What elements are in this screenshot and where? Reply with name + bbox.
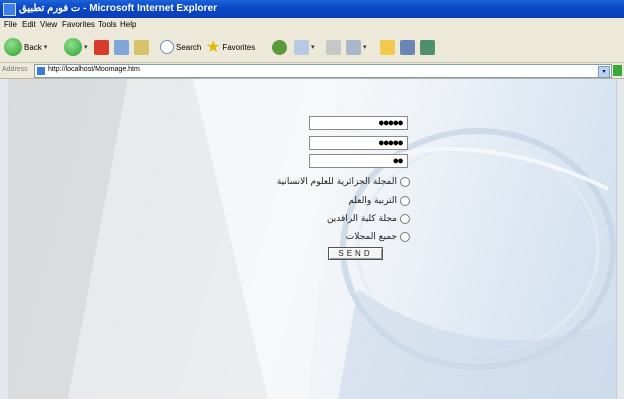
password-field-1[interactable]: ●●●●●	[309, 116, 408, 130]
chevron-down-icon: ▾	[84, 44, 88, 51]
history-icon	[294, 39, 309, 55]
window-title: ت فورم تطبيق - Microsoft Internet Explor…	[19, 3, 217, 14]
mail-icon	[326, 39, 341, 55]
menu-help[interactable]: Help	[120, 20, 136, 29]
stop-icon	[94, 39, 109, 55]
journal-option[interactable]: المجلة الجزائرية للعلوم الانسانية	[277, 176, 410, 188]
address-bar: Address http://localhost/Moomage.htm ▾	[0, 63, 624, 79]
option-label: التربية والعلم	[348, 196, 397, 206]
star-icon: ★	[206, 39, 221, 56]
messenger-icon	[420, 39, 435, 55]
mail-button[interactable]	[326, 36, 341, 58]
go-icon[interactable]	[613, 65, 622, 76]
search-button[interactable]: Search	[160, 36, 201, 58]
radio-button[interactable]	[400, 196, 410, 206]
address-label: Address	[2, 66, 28, 73]
journal-option[interactable]: مجلة كلية الرافدين	[327, 213, 410, 225]
ie-icon	[3, 3, 16, 16]
forward-button[interactable]: ▾	[64, 36, 88, 58]
password-field-2[interactable]: ●●●●●	[309, 136, 408, 150]
back-button[interactable]: Back ▾	[4, 36, 47, 58]
print-icon	[346, 39, 361, 55]
menu-view[interactable]: View	[40, 20, 57, 29]
password-field-3[interactable]: ●●	[309, 154, 408, 168]
home-button[interactable]	[134, 36, 149, 58]
refresh-icon	[114, 39, 129, 55]
chevron-down-icon: ▾	[43, 44, 48, 51]
menu-edit[interactable]: Edit	[22, 20, 36, 29]
address-dropdown-icon[interactable]: ▾	[598, 66, 610, 78]
chevron-down-icon: ▾	[363, 44, 367, 51]
messenger-button[interactable]	[420, 36, 435, 58]
folder-icon	[380, 39, 395, 55]
media-button[interactable]	[272, 36, 287, 58]
address-url: http://localhost/Moomage.htm	[48, 66, 140, 73]
search-label: Search	[176, 42, 202, 52]
print-button[interactable]: ▾	[346, 36, 367, 58]
favorites-label: Favorites	[222, 42, 256, 52]
option-label: جميع المجلات	[345, 232, 397, 242]
option-label: مجلة كلية الرافدين	[326, 214, 397, 224]
media-icon	[272, 39, 287, 55]
browser-window: ت فورم تطبيق - Microsoft Internet Explor…	[0, 0, 624, 399]
menu-file[interactable]: File	[4, 20, 17, 29]
radio-button[interactable]	[400, 232, 410, 242]
page-content: ●●●●● ●●●●● ●● المجلة الجزائرية للعلوم ا…	[8, 79, 616, 399]
journal-option[interactable]: التربية والعلم	[348, 195, 410, 207]
address-input[interactable]: http://localhost/Moomage.htm ▾	[34, 64, 612, 78]
journal-option[interactable]: جميع المجلات	[346, 231, 410, 243]
back-label: Back	[24, 42, 42, 52]
favorites-button[interactable]: ★ Favorites	[206, 36, 255, 58]
folder-button[interactable]	[380, 36, 395, 58]
menu-favorites[interactable]: Favorites	[62, 20, 95, 29]
vertical-scrollbar[interactable]	[616, 79, 624, 399]
search-icon	[160, 40, 174, 54]
refresh-button[interactable]	[114, 36, 129, 58]
send-button[interactable]: SEND	[328, 247, 383, 260]
history-button[interactable]: ▾	[294, 36, 315, 58]
menu-bar: File Edit View Favorites Tools Help	[0, 18, 624, 31]
menu-tools[interactable]: Tools	[98, 20, 117, 29]
back-arrow-icon	[4, 38, 22, 56]
radio-button[interactable]	[400, 214, 410, 224]
discuss-icon	[400, 39, 415, 55]
discuss-button[interactable]	[400, 36, 415, 58]
option-label: المجلة الجزائرية للعلوم الانسانية	[276, 177, 397, 187]
forward-arrow-icon	[64, 38, 82, 56]
home-icon	[134, 39, 149, 55]
chevron-down-icon: ▾	[311, 44, 315, 51]
page-icon	[37, 67, 45, 75]
radio-button[interactable]	[400, 177, 410, 187]
stop-button[interactable]	[94, 36, 109, 58]
title-bar[interactable]: ت فورم تطبيق - Microsoft Internet Explor…	[0, 0, 624, 18]
toolbar: Back ▾ ▾ Search ★ Favorites ▾ ▾	[0, 32, 624, 63]
